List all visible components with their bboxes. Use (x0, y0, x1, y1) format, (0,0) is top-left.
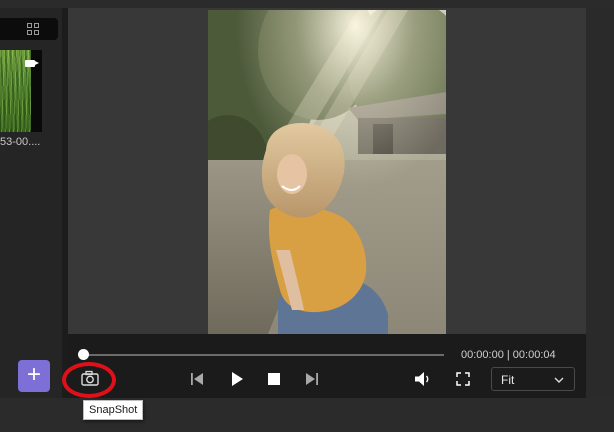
preview-image (208, 10, 446, 334)
right-panel-edge (586, 8, 614, 398)
stop-button[interactable] (266, 368, 282, 390)
video-editor-window: 53-00.... + 00:00:00 | 00:00:04 Fit Snap… (0, 0, 614, 432)
stop-icon (268, 373, 280, 385)
volume-button[interactable] (414, 368, 432, 390)
zoom-fit-select[interactable]: Fit (491, 367, 575, 391)
skip-previous-icon (191, 373, 203, 385)
snapshot-button[interactable] (81, 368, 99, 390)
clip-label: 53-00.... (0, 136, 41, 148)
grid-icon (27, 23, 39, 35)
media-clip-thumbnail[interactable] (0, 50, 42, 132)
preview-area (68, 8, 586, 334)
play-button[interactable] (229, 368, 245, 390)
add-media-button[interactable]: + (18, 360, 50, 392)
fullscreen-icon (456, 372, 470, 386)
camera-icon (81, 370, 99, 386)
progress-track[interactable] (83, 354, 444, 356)
skip-next-icon (306, 373, 318, 385)
player-controls: 00:00:00 | 00:00:04 Fit (62, 334, 586, 398)
snapshot-tooltip: SnapShot (83, 400, 144, 420)
play-icon (232, 372, 243, 386)
media-panel: 53-00.... + (0, 8, 62, 398)
fullscreen-button[interactable] (455, 368, 471, 390)
next-button[interactable] (304, 368, 320, 390)
volume-icon (415, 372, 429, 386)
fit-select-value: Fit (501, 373, 515, 387)
chevron-down-icon (554, 377, 564, 383)
video-camera-icon (25, 60, 39, 67)
progress-handle[interactable] (77, 349, 89, 360)
preview-frame (208, 10, 446, 334)
previous-button[interactable] (189, 368, 205, 390)
time-readout: 00:00:00 | 00:00:04 (461, 349, 556, 361)
view-toggle-button[interactable] (0, 18, 58, 40)
top-strip (0, 0, 614, 8)
